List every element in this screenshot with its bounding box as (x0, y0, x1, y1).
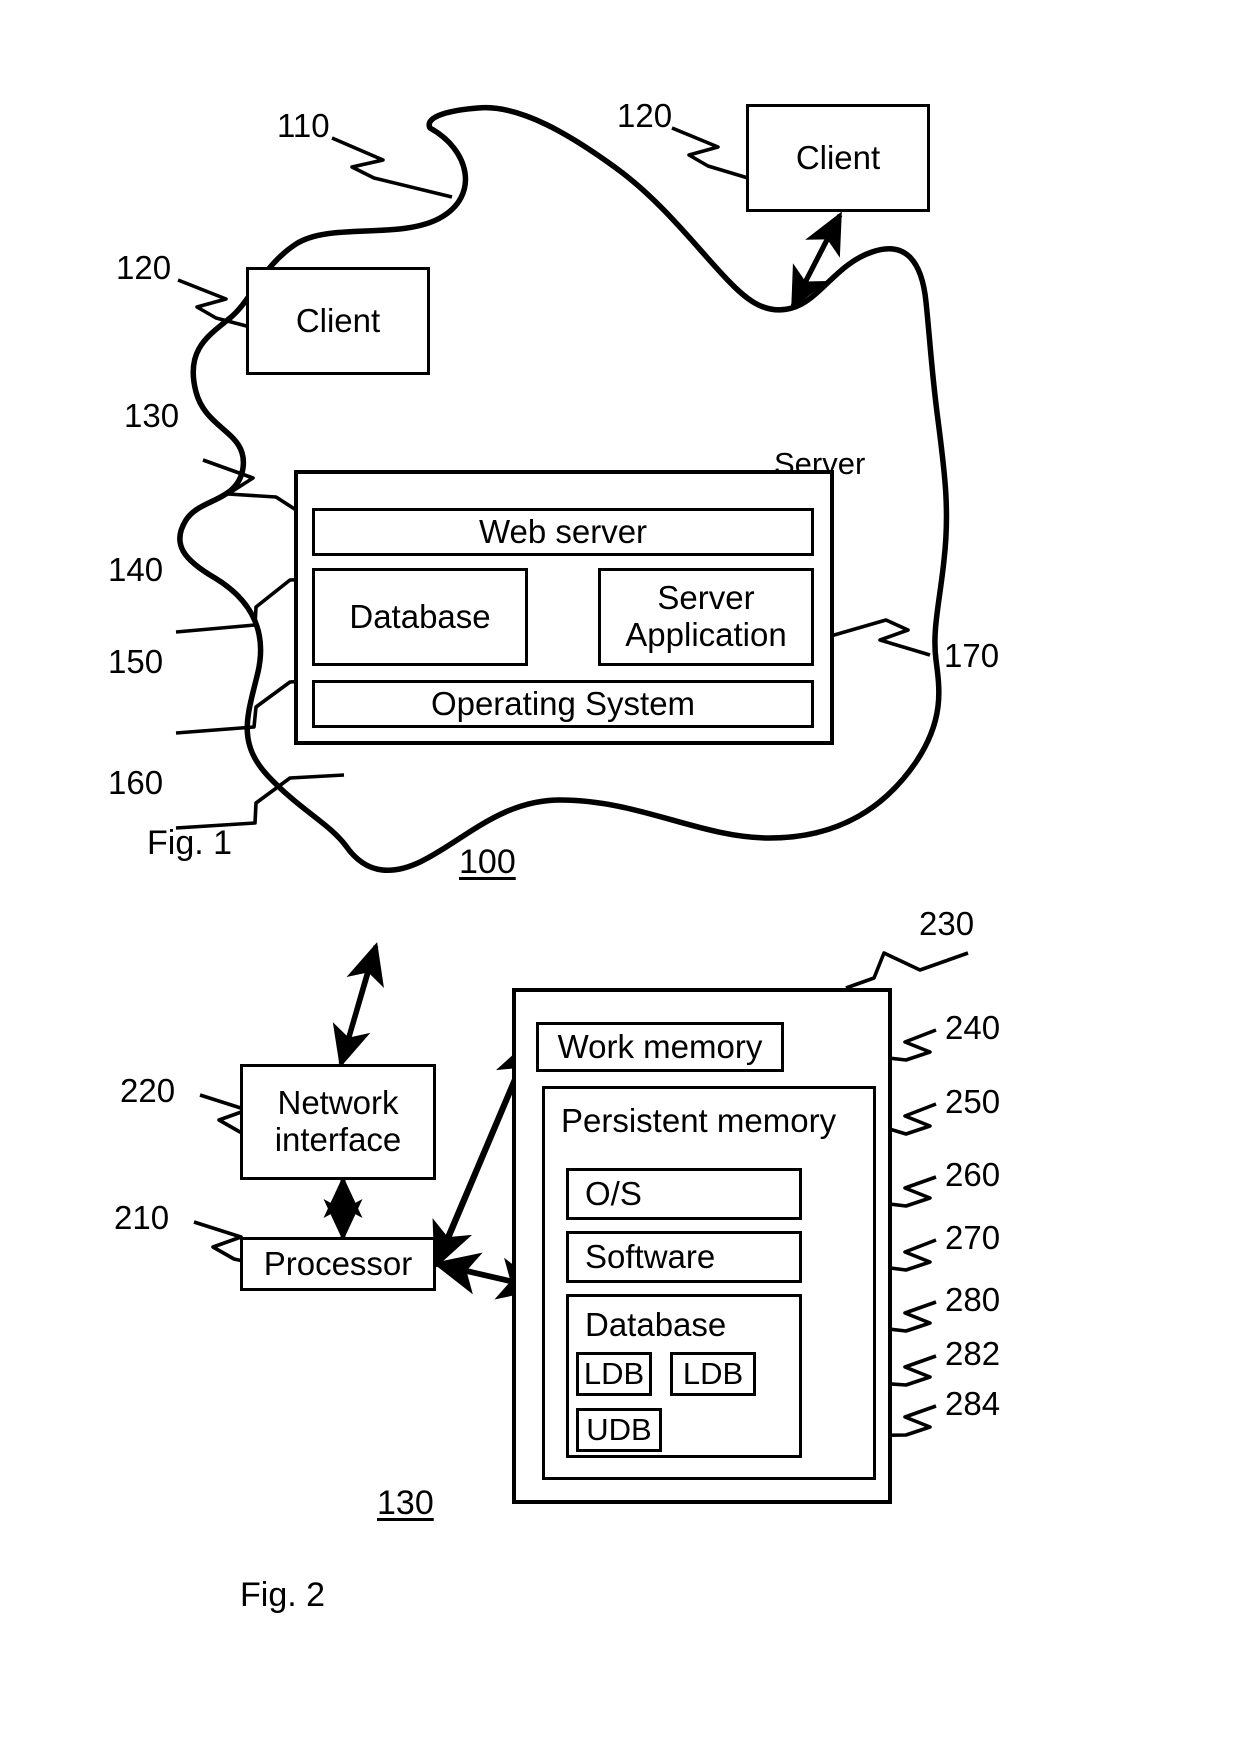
client-box-left[interactable]: Client (246, 267, 430, 375)
server-application-box[interactable]: Server Application (598, 568, 814, 666)
ref-130: 130 (124, 397, 180, 434)
client-box-right[interactable]: Client (746, 104, 930, 212)
patent-drawing-sheet: Client Client Server Web server Database… (0, 0, 1240, 1754)
fig2-caption-130: 130 (377, 1484, 434, 1522)
fig1-label: Fig. 1 (147, 824, 233, 862)
persistent-memory-label: Persistent memory (561, 1102, 837, 1139)
ref-280: 280 (945, 1281, 1001, 1318)
web-server-label: Web server (478, 512, 648, 550)
arrow-network-external (332, 942, 384, 1068)
udb-box-label: UDB (586, 1411, 652, 1447)
fig2-label: Fig. 2 (240, 1576, 326, 1614)
ref-170: 170 (944, 637, 1000, 674)
lead-line-230 (845, 951, 969, 990)
ref-140: 140 (108, 551, 164, 588)
database-label-fig1: Database (349, 597, 491, 635)
client-box-left-label: Client (295, 301, 381, 339)
os-box[interactable]: O/S (566, 1168, 802, 1220)
client-box-right-label: Client (795, 138, 881, 176)
ref-260: 260 (945, 1156, 1001, 1193)
lead-line-250 (885, 1102, 937, 1136)
network-interface-label-line2: interface (274, 1121, 402, 1158)
udb-box[interactable]: UDB (576, 1408, 662, 1452)
ref-282: 282 (945, 1335, 1001, 1372)
server-application-label-line1: Server (657, 579, 755, 617)
ldb-box-1-label: LDB (583, 1355, 645, 1391)
lead-line-120-right (671, 126, 749, 180)
ref-270: 270 (945, 1219, 1001, 1256)
ldb-box-1[interactable]: LDB (576, 1352, 652, 1396)
work-memory-box[interactable]: Work memory (536, 1022, 784, 1072)
database-label-fig2: Database (585, 1306, 727, 1343)
operating-system-box[interactable]: Operating System (312, 680, 814, 728)
os-label: O/S (585, 1174, 642, 1212)
web-server-box[interactable]: Web server (312, 508, 814, 556)
software-box[interactable]: Software (566, 1231, 802, 1283)
ldb-box-2-label: LDB (682, 1355, 744, 1391)
database-box-fig1[interactable]: Database (312, 568, 528, 666)
ref-120-right: 120 (617, 97, 673, 134)
ref-150: 150 (108, 643, 164, 680)
ref-250: 250 (945, 1083, 1001, 1120)
ref-210: 210 (114, 1199, 170, 1236)
ref-120-left: 120 (116, 249, 172, 286)
ref-284: 284 (945, 1385, 1001, 1422)
fig1-caption-100: 100 (459, 843, 516, 881)
lead-line-110 (331, 136, 453, 199)
arrow-cloud-to-client-right (790, 211, 843, 310)
processor-box[interactable]: Processor (240, 1237, 436, 1291)
ref-160: 160 (108, 764, 164, 801)
ldb-box-2[interactable]: LDB (670, 1352, 756, 1396)
work-memory-label: Work memory (557, 1027, 763, 1065)
server-application-label-line2: Application (625, 616, 787, 653)
ref-240: 240 (945, 1009, 1001, 1046)
processor-label: Processor (263, 1244, 413, 1282)
operating-system-label: Operating System (430, 684, 696, 722)
network-interface-label-line1: Network (277, 1084, 399, 1122)
ref-230: 230 (919, 905, 975, 942)
ref-220: 220 (120, 1072, 176, 1109)
network-interface-box[interactable]: Network interface (240, 1064, 436, 1180)
ref-110: 110 (277, 107, 330, 144)
software-label: Software (585, 1237, 716, 1275)
lead-line-160 (175, 773, 345, 830)
